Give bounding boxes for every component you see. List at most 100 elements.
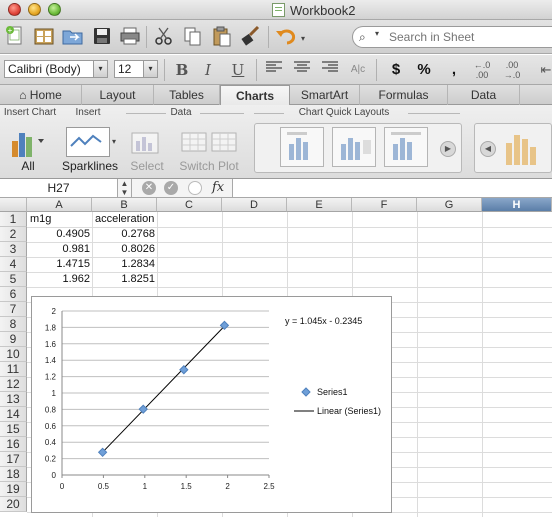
new-icon[interactable]: + — [2, 24, 28, 48]
tab-charts[interactable]: Charts — [220, 85, 290, 106]
row-header[interactable]: 2 — [0, 227, 27, 242]
zoom-window-button[interactable] — [48, 3, 61, 16]
row-header[interactable]: 11 — [0, 362, 27, 377]
font-name-select[interactable]: Calibri (Body) ▾ — [4, 60, 108, 78]
paste-icon[interactable] — [209, 24, 235, 48]
row-header[interactable]: 5 — [0, 272, 27, 287]
row-header[interactable]: 16 — [0, 437, 27, 452]
column-header[interactable]: G — [417, 198, 482, 212]
name-box-stepper[interactable]: ▲ ▼ — [118, 179, 132, 197]
cell-b5[interactable]: 1.8251 — [93, 272, 155, 287]
cell-b1[interactable]: acceleration — [95, 212, 165, 227]
switch-plot-icon — [181, 132, 237, 152]
cancel-icon[interactable]: ✕ — [142, 181, 156, 195]
font-size-select[interactable]: 12 ▾ — [114, 60, 158, 78]
save-icon[interactable] — [89, 24, 115, 48]
column-header[interactable]: B — [92, 198, 157, 212]
row-header[interactable]: 12 — [0, 377, 27, 392]
tab-formulas[interactable]: Formulas — [360, 85, 448, 105]
currency-button[interactable]: $ — [384, 60, 408, 80]
tab-smartart[interactable]: SmartArt — [290, 85, 360, 105]
underline-button[interactable]: U — [226, 60, 250, 80]
wrap-text-icon[interactable]: A|c — [346, 60, 370, 80]
chevron-down-icon[interactable]: ▾ — [112, 137, 116, 146]
select-all-corner[interactable] — [0, 198, 27, 212]
comma-button[interactable]: , — [442, 60, 466, 80]
column-header[interactable]: D — [222, 198, 287, 212]
row-header[interactable]: 15 — [0, 422, 27, 437]
row-header[interactable]: 10 — [0, 347, 27, 362]
quick-layout-3[interactable] — [384, 127, 428, 167]
x-tick-label: 0.5 — [98, 482, 110, 491]
chart-style-thumb[interactable] — [502, 129, 542, 169]
decrease-decimal-icon[interactable]: .00 →.0 — [500, 60, 524, 80]
tab-home[interactable]: ⌂ Home — [0, 85, 82, 105]
format-brush-icon[interactable] — [238, 24, 264, 48]
quick-layout-2[interactable] — [332, 127, 376, 167]
align-right-icon[interactable] — [318, 60, 342, 80]
chart-plot: 0 0.2 0.4 0.6 0.8 1 1.2 1.4 1.6 1.8 2 0 0.5 1 1.5 2 2.5… — [45, 307, 381, 491]
minimize-window-button[interactable] — [28, 3, 41, 16]
column-header[interactable]: E — [287, 198, 352, 212]
column-header[interactable]: F — [352, 198, 417, 212]
quick-layout-1[interactable] — [280, 127, 324, 167]
row-header[interactable]: 1 — [0, 212, 27, 227]
cell-a1[interactable]: m1g — [30, 212, 90, 227]
row-header[interactable]: 13 — [0, 392, 27, 407]
tab-layout[interactable]: Layout — [82, 85, 154, 105]
cell-a2[interactable]: 0.4905 — [28, 227, 90, 242]
gallery-next-button[interactable]: ▶ — [440, 141, 456, 157]
row-header[interactable]: 3 — [0, 242, 27, 257]
cell-b3[interactable]: 0.8026 — [93, 242, 155, 257]
search-box[interactable]: ⌕ ▾ — [352, 26, 552, 48]
row-header[interactable]: 4 — [0, 257, 27, 272]
row-header[interactable]: 7 — [0, 302, 27, 317]
insert-function-button[interactable]: fx — [212, 179, 224, 197]
tab-tables[interactable]: Tables — [154, 85, 220, 105]
italic-button[interactable]: I — [196, 60, 220, 80]
x-tick-label: 1 — [143, 482, 148, 491]
column-header[interactable]: A — [27, 198, 92, 212]
align-left-icon[interactable] — [262, 60, 286, 80]
cell-a3[interactable]: 0.981 — [28, 242, 90, 257]
circle-icon[interactable] — [188, 181, 202, 195]
row-header[interactable]: 18 — [0, 467, 27, 482]
percent-button[interactable]: % — [412, 60, 436, 80]
cut-icon[interactable] — [151, 24, 177, 48]
confirm-icon[interactable]: ✓ — [164, 181, 178, 195]
scatter-chart[interactable]: 0 0.2 0.4 0.6 0.8 1 1.2 1.4 1.6 1.8 2 0 0.5 1 1.5 2 2.5… — [31, 296, 392, 513]
open-icon[interactable] — [60, 24, 86, 48]
row-header[interactable]: 14 — [0, 407, 27, 422]
undo-icon[interactable] — [273, 24, 299, 48]
search-input[interactable] — [389, 29, 549, 45]
formula-input[interactable] — [232, 179, 552, 197]
row-header[interactable]: 8 — [0, 317, 27, 332]
cell-b2[interactable]: 0.2768 — [93, 227, 155, 242]
align-center-icon[interactable] — [290, 60, 314, 80]
column-header[interactable]: C — [157, 198, 222, 212]
row-header[interactable]: 9 — [0, 332, 27, 347]
column-header-selected[interactable]: H — [482, 198, 552, 212]
switch-plot-button[interactable] — [180, 131, 240, 155]
cell-b4[interactable]: 1.2834 — [93, 257, 155, 272]
cell-a5[interactable]: 1.962 — [28, 272, 90, 287]
bold-button[interactable]: B — [170, 60, 194, 80]
row-header[interactable]: 6 — [0, 287, 27, 302]
cell-a4[interactable]: 1.4715 — [28, 257, 90, 272]
name-box[interactable]: H27 — [0, 179, 118, 197]
undo-dropdown-icon[interactable]: ▾ — [301, 34, 305, 43]
sparklines-button[interactable] — [66, 127, 110, 157]
close-window-button[interactable] — [8, 3, 21, 16]
row-header[interactable]: 17 — [0, 452, 27, 467]
row-header[interactable]: 19 — [0, 482, 27, 497]
templates-icon[interactable] — [31, 24, 57, 48]
indent-icon[interactable]: ⇤ — [534, 60, 552, 80]
gallery-prev-button[interactable]: ◀ — [480, 141, 496, 157]
print-icon[interactable] — [117, 24, 143, 48]
tab-data[interactable]: Data — [448, 85, 520, 105]
increase-decimal-icon[interactable]: ←.0.00 — [470, 60, 494, 80]
all-charts-button[interactable] — [8, 125, 48, 159]
row-header[interactable]: 20 — [0, 497, 27, 512]
select-data-button[interactable] — [130, 127, 164, 157]
copy-icon[interactable] — [180, 24, 206, 48]
